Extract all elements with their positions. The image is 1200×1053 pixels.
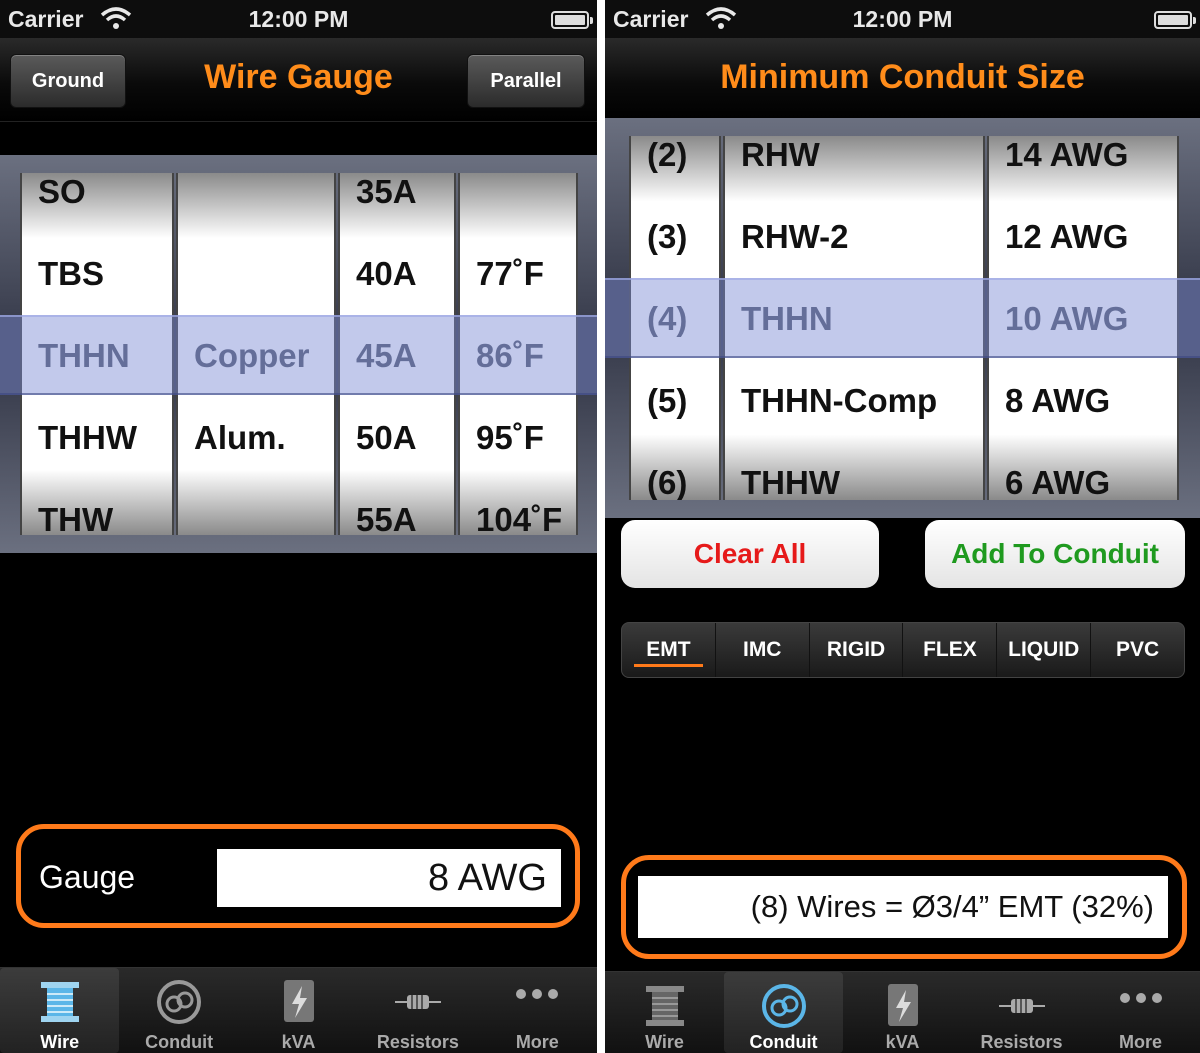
page-title: Minimum Conduit Size [720, 58, 1085, 96]
picker-row[interactable]: Alum. [178, 397, 334, 479]
picker-row[interactable]: 95˚F [460, 397, 576, 479]
conduit-size-screen: Carrier 12:00 PM Minimum Conduit Size (2… [605, 0, 1200, 1053]
gauge-result-panel: Gauge 8 AWG [16, 824, 580, 928]
tab-label: kVA [885, 1032, 920, 1052]
wire-spool-icon [40, 982, 79, 1022]
picker-row[interactable]: (2) [631, 136, 719, 196]
lightning-icon [283, 980, 314, 1022]
picker-row[interactable]: 12 AWG [989, 196, 1177, 278]
conduit-icon [761, 984, 806, 1028]
tab-more[interactable]: More [478, 968, 597, 1053]
picker-row[interactable]: (5) [631, 360, 719, 442]
navigation-bar: Minimum Conduit Size [605, 38, 1200, 122]
picker-row[interactable]: 55A [340, 479, 454, 535]
picker-row[interactable]: 50A [340, 397, 454, 479]
navigation-bar: Ground Wire Gauge Parallel [0, 38, 597, 122]
picker-row[interactable]: 104˚F [460, 479, 576, 535]
picker-row[interactable]: 35A [340, 173, 454, 233]
segment-pvc[interactable]: PVC [1091, 623, 1184, 677]
tab-kva[interactable]: kVA [843, 972, 962, 1053]
segment-liquid[interactable]: LIQUID [997, 623, 1092, 677]
tab-more[interactable]: More [1081, 972, 1200, 1053]
parallel-button[interactable]: Parallel [467, 54, 585, 108]
segment-flex[interactable]: FLEX [903, 623, 998, 677]
battery-icon [551, 11, 593, 29]
tab-label: Wire [40, 1032, 80, 1052]
wire-gauge-screen: Carrier 12:00 PM Ground Wire Gauge Paral… [0, 0, 597, 1053]
resistor-icon [394, 995, 441, 1009]
picker-row[interactable]: RHW [725, 136, 983, 196]
tab-wire[interactable]: Wire [0, 968, 120, 1053]
conduit-result-panel: (8) Wires = Ø3/4” EMT (32%) [621, 855, 1187, 959]
lightning-icon [887, 984, 918, 1026]
conduit-icon [157, 980, 202, 1024]
wire-picker[interactable]: SO TBS THHN THHW THW Copper Alum. 35A 40… [0, 155, 597, 553]
status-bar: Carrier 12:00 PM [605, 0, 1200, 38]
tab-resistors[interactable]: Resistors [358, 968, 477, 1053]
picker-row[interactable]: 6 AWG [989, 442, 1177, 500]
tab-conduit[interactable]: Conduit [724, 972, 843, 1053]
picker-selection-indicator [605, 278, 1200, 358]
tab-label: Conduit [749, 1032, 818, 1052]
tab-label: kVA [281, 1032, 316, 1052]
tab-kva[interactable]: kVA [239, 968, 358, 1053]
tab-resistors[interactable]: Resistors [962, 972, 1081, 1053]
tab-label: Wire [645, 1032, 684, 1052]
segment-emt[interactable]: EMT [622, 623, 716, 677]
conduit-type-segmented-control: EMT IMC RIGID FLEX LIQUID PVC [621, 622, 1185, 678]
segment-rigid[interactable]: RIGID [810, 623, 904, 677]
resistor-icon [998, 999, 1045, 1013]
tab-label: More [1118, 1032, 1162, 1052]
picker-row[interactable]: THW [22, 479, 172, 535]
tab-label: Resistors [376, 1032, 459, 1052]
clock: 12:00 PM [852, 6, 953, 32]
picker-row[interactable]: THHW [725, 442, 983, 500]
picker-row[interactable]: (3) [631, 196, 719, 278]
more-dots-icon [1119, 993, 1162, 1003]
picker-row[interactable]: 8 AWG [989, 360, 1177, 442]
clear-all-button[interactable]: Clear All [621, 520, 879, 588]
conduit-picker[interactable]: (2) (3) (4) (5) (6) RHW RHW-2 THHN THHN-… [605, 118, 1200, 518]
picker-row[interactable]: THHN-Comp [725, 360, 983, 442]
wire-spool-icon [645, 986, 684, 1026]
tab-label: Resistors [980, 1032, 1063, 1052]
tab-label: Conduit [145, 1032, 214, 1052]
gauge-label: Gauge [39, 859, 136, 895]
tab-label: More [515, 1032, 559, 1052]
picker-row[interactable]: TBS [22, 233, 172, 315]
tab-bar: Wire Conduit kVA Resistors More [0, 967, 597, 1053]
battery-icon [1154, 11, 1196, 29]
picker-row[interactable]: 77˚F [460, 233, 576, 315]
tab-bar: Wire Conduit kVA Resistors More [605, 971, 1200, 1053]
picker-row[interactable]: 14 AWG [989, 136, 1177, 196]
tab-wire[interactable]: Wire [605, 972, 724, 1053]
picker-row[interactable]: THHW [22, 397, 172, 479]
tab-conduit[interactable]: Conduit [119, 968, 238, 1053]
gauge-value: 8 AWG [217, 849, 561, 907]
picker-row[interactable]: RHW-2 [725, 196, 983, 278]
conduit-result-value: (8) Wires = Ø3/4” EMT (32%) [638, 876, 1168, 938]
picker-row[interactable]: 40A [340, 233, 454, 315]
clock: 12:00 PM [248, 6, 349, 32]
add-to-conduit-button[interactable]: Add To Conduit [925, 520, 1185, 588]
picker-row[interactable]: SO [22, 173, 172, 233]
picker-row[interactable]: (6) [631, 442, 719, 500]
picker-selection-indicator [0, 315, 597, 395]
segment-imc[interactable]: IMC [716, 623, 810, 677]
more-dots-icon [516, 989, 559, 999]
status-bar: Carrier 12:00 PM [0, 0, 597, 38]
